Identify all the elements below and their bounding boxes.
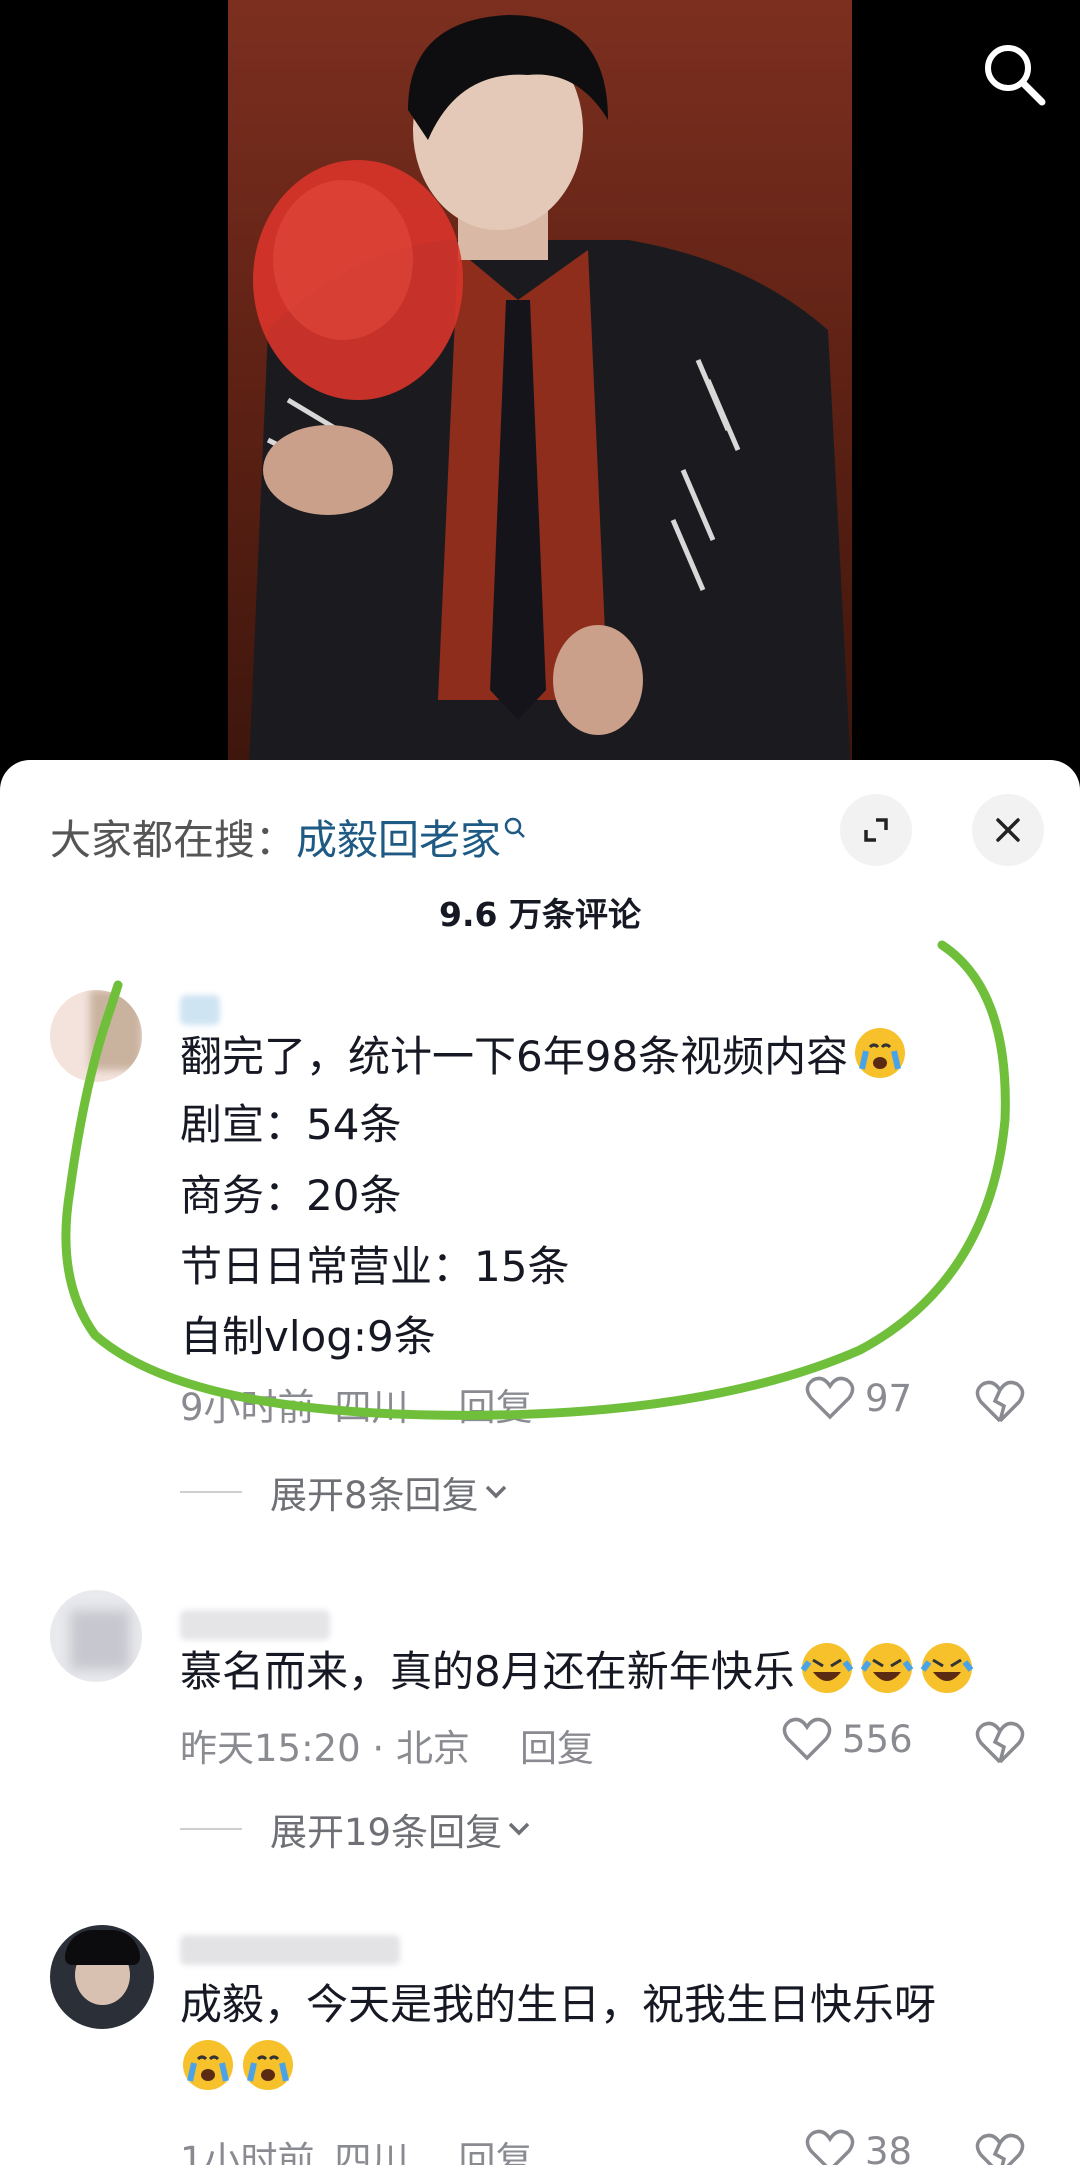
divider	[180, 1491, 242, 1493]
comment-text-line: 剧宣：54条	[180, 1100, 402, 1149]
username-redacted[interactable]	[180, 1610, 330, 1640]
comment-count-title: 9.6 万条评论	[439, 895, 641, 934]
avatar[interactable]	[50, 1925, 154, 2029]
comment-time: 1小时前	[180, 2139, 315, 2165]
comment-time: 昨天15:20	[180, 1727, 361, 1770]
small-search-icon	[503, 802, 527, 850]
username-redacted[interactable]	[180, 1935, 400, 1965]
like-count: 97	[865, 1376, 913, 1420]
crying-face-emoji	[855, 1028, 906, 1078]
search-icon[interactable]	[978, 38, 1050, 110]
comment-time: 9小时前	[180, 1386, 315, 1429]
search-suggestion-label: 大家都在搜：	[50, 816, 296, 864]
expand-replies-button[interactable]: 展开8条回复	[180, 1465, 513, 1519]
comment-meta: 9小时前 四川 回复	[180, 1377, 533, 1431]
heart-icon	[805, 1376, 855, 1420]
comment-emoji-line	[180, 2037, 296, 2099]
like-button[interactable]: 556	[782, 1716, 913, 1762]
comment-text: 慕名而来，真的8月还在新年快乐	[180, 1647, 795, 1696]
expand-replies-label: 展开19条回复	[270, 1811, 503, 1854]
heart-icon	[782, 1717, 832, 1761]
crying-face-emoji	[243, 2040, 293, 2090]
app-screen: 大家都在搜：成毅回老家 9.6 万条评论 翻完了，统计一下6年98条视频内容 剧…	[0, 0, 1080, 2165]
divider	[180, 1828, 242, 1830]
comment-location: 北京	[395, 1727, 470, 1770]
laughing-crying-emoji	[800, 1643, 854, 1693]
comment-text-line: 节日日常营业：15条	[180, 1242, 570, 1291]
like-button[interactable]: 38	[805, 2128, 912, 2165]
video-player[interactable]	[0, 0, 1080, 790]
broken-heart-icon[interactable]	[975, 2130, 1025, 2165]
laughing-crying-emoji	[920, 1643, 974, 1693]
broken-heart-icon[interactable]	[975, 1377, 1025, 1427]
close-icon[interactable]	[972, 794, 1044, 866]
like-button[interactable]: 97	[805, 1375, 912, 1421]
broken-heart-icon[interactable]	[975, 1718, 1025, 1768]
reply-button[interactable]: 回复	[520, 1727, 594, 1770]
laughing-crying-emoji	[860, 1643, 914, 1693]
comment-text-line: 成毅，今天是我的生日，祝我生日快乐呀	[180, 1980, 937, 2029]
avatar[interactable]	[50, 990, 142, 1082]
reply-button[interactable]: 回复	[459, 2139, 533, 2165]
video-frame[interactable]	[228, 0, 852, 790]
expand-replies-button[interactable]: 展开19条回复	[180, 1802, 536, 1856]
comment-text-line: 自制vlog:9条	[180, 1312, 436, 1361]
expand-icon[interactable]	[840, 794, 912, 866]
chevron-down-icon	[485, 1485, 506, 1499]
like-count: 556	[842, 1717, 913, 1761]
comment-location: 四川	[334, 1386, 409, 1429]
comment-sheet: 大家都在搜：成毅回老家 9.6 万条评论 翻完了，统计一下6年98条视频内容 剧…	[0, 760, 1080, 2165]
search-suggestion-link[interactable]: 成毅回老家	[296, 816, 501, 864]
comment-meta: 昨天15:20 · 北京 回复	[180, 1718, 594, 1772]
meta-separator: ·	[360, 1727, 396, 1770]
comment-text: 翻完了，统计一下6年98条视频内容	[180, 1032, 849, 1081]
crying-face-emoji	[183, 2040, 233, 2090]
comment-text-line: 翻完了，统计一下6年98条视频内容	[180, 1025, 908, 1087]
heart-icon	[805, 2129, 855, 2165]
hand-drawn-annotation-loop	[61, 940, 1010, 1420]
chevron-down-icon	[508, 1822, 530, 1836]
username-redacted[interactable]	[180, 995, 220, 1025]
video-still-illustration	[248, 15, 852, 790]
comment-text-line: 慕名而来，真的8月还在新年快乐	[180, 1640, 975, 1702]
search-suggestion: 大家都在搜：成毅回老家	[50, 802, 527, 866]
expand-replies-label: 展开8条回复	[270, 1474, 479, 1517]
comment-text-line: 商务：20条	[180, 1171, 402, 1220]
comment-meta: 1小时前 四川 回复	[180, 2130, 533, 2165]
reply-button[interactable]: 回复	[459, 1386, 533, 1429]
like-count: 38	[865, 2129, 913, 2165]
comment-location: 四川	[334, 2139, 409, 2165]
avatar[interactable]	[50, 1590, 142, 1682]
